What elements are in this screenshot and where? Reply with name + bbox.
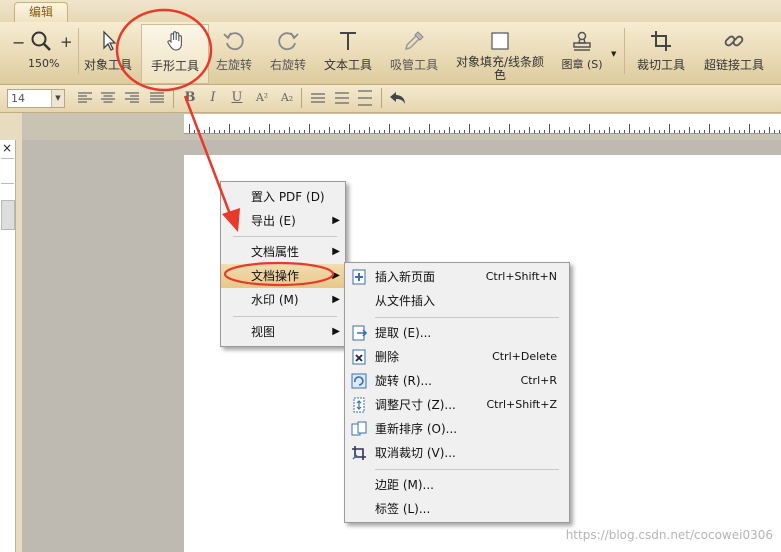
annotation-arrowhead xyxy=(222,208,240,232)
annotation-circle-hand-tool xyxy=(115,8,213,92)
watermark-text: https://blog.csdn.net/cocowei0306 xyxy=(565,528,773,542)
annotation-ellipse-doc-operations xyxy=(223,261,335,287)
annotation-arrow-line xyxy=(183,95,235,223)
annotation-overlay xyxy=(115,8,335,287)
